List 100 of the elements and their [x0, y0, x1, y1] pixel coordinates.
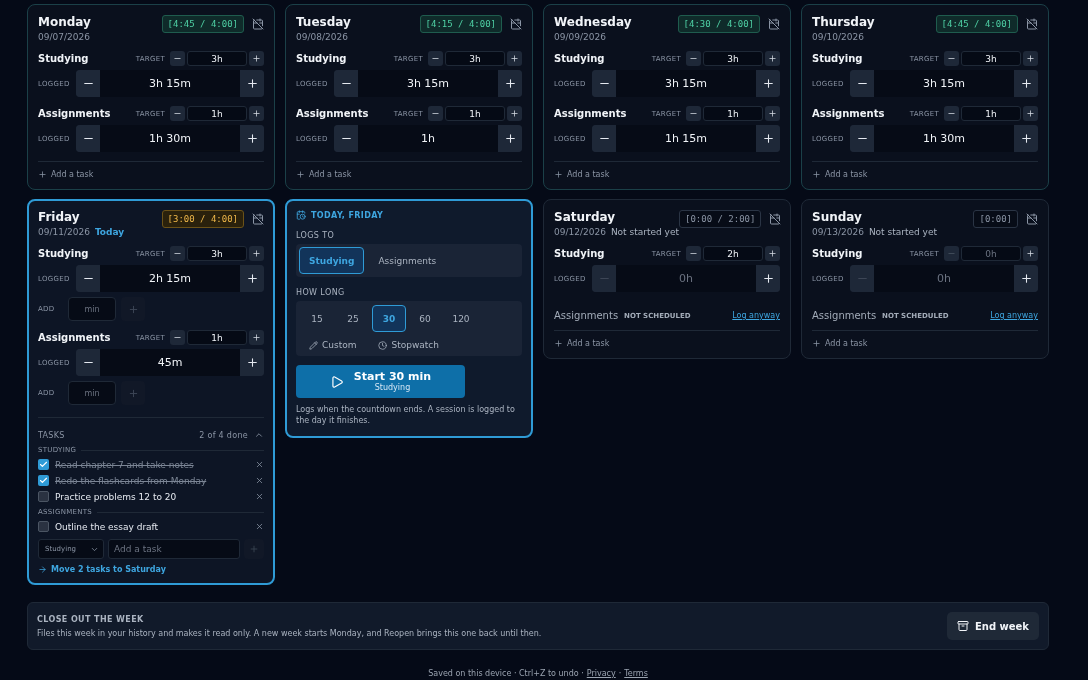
increase-target-button[interactable]: [1023, 51, 1038, 66]
duration-option[interactable]: 15: [300, 305, 334, 332]
plus-icon: [812, 339, 821, 348]
increase-logged-button[interactable]: [240, 265, 264, 292]
day-name: Tuesday: [296, 15, 351, 29]
duration-option[interactable]: 120: [444, 305, 478, 332]
decrease-target-button[interactable]: [170, 51, 185, 66]
increase-logged-button[interactable]: [1014, 265, 1038, 292]
increase-target-button[interactable]: [765, 51, 780, 66]
category-name: Studying: [554, 53, 605, 64]
increase-target-button[interactable]: [249, 330, 264, 345]
decrease-target-button[interactable]: [428, 106, 443, 121]
end-week-button[interactable]: End week: [946, 612, 1039, 640]
target-value: 3h: [187, 51, 247, 66]
remove-task-button[interactable]: [255, 522, 264, 531]
increase-logged-button[interactable]: [1014, 70, 1038, 97]
add-task-button[interactable]: Add a task: [812, 170, 868, 179]
day-off-button[interactable]: [252, 18, 264, 30]
increase-target-button[interactable]: [249, 106, 264, 121]
increase-logged-button[interactable]: [498, 125, 522, 152]
plus-icon: [245, 272, 259, 285]
day-date: 09/13/2026: [812, 227, 864, 237]
day-off-button[interactable]: [510, 18, 522, 30]
move-tasks-link[interactable]: Move 2 tasks to Saturday: [38, 565, 264, 574]
increase-logged-button[interactable]: [756, 125, 780, 152]
day-off-button[interactable]: [1026, 213, 1038, 225]
increase-logged-button[interactable]: [756, 70, 780, 97]
plus-icon: [127, 387, 139, 399]
increase-logged-button[interactable]: [1014, 125, 1038, 152]
increase-logged-button[interactable]: [240, 70, 264, 97]
increase-target-button[interactable]: [249, 51, 264, 66]
duration-option[interactable]: 25: [336, 305, 370, 332]
footer-link[interactable]: Terms: [624, 669, 648, 678]
increase-logged-button[interactable]: [756, 265, 780, 292]
task-checkbox[interactable]: [38, 491, 49, 502]
increase-logged-button[interactable]: [240, 125, 264, 152]
category-tab[interactable]: Studying: [299, 247, 365, 274]
add-task-button[interactable]: Add a task: [38, 170, 94, 179]
plus-icon: [38, 170, 47, 179]
task-checkbox[interactable]: [38, 475, 49, 486]
increase-target-button[interactable]: [1023, 106, 1038, 121]
category-name: Studying: [812, 248, 863, 259]
decrease-target-button[interactable]: [686, 51, 701, 66]
increase-target-button[interactable]: [765, 246, 780, 261]
increase-target-button[interactable]: [765, 106, 780, 121]
day-off-button[interactable]: [252, 213, 264, 225]
tasks-count: 2 of 4 done: [199, 430, 248, 440]
category-tab[interactable]: Assignments: [368, 247, 447, 274]
duration-option[interactable]: 30: [372, 305, 406, 332]
increase-logged-button[interactable]: [498, 70, 522, 97]
add-task-button[interactable]: Add a task: [554, 170, 610, 179]
increase-logged-button[interactable]: [240, 349, 264, 376]
decrease-target-button[interactable]: [944, 51, 959, 66]
day-off-button[interactable]: [769, 213, 782, 225]
increase-target-button[interactable]: [507, 106, 522, 121]
category-name: Studying: [296, 53, 347, 64]
remove-task-button[interactable]: [255, 460, 264, 469]
decrease-target-button[interactable]: [686, 246, 701, 261]
plus-icon: [252, 109, 261, 118]
decrease-target-button[interactable]: [944, 106, 959, 121]
day-date: 09/12/2026: [554, 227, 606, 237]
task-checkbox[interactable]: [38, 459, 49, 470]
total-badge: [0:00 / 2:00]: [678, 210, 762, 228]
category-name: Assignments: [554, 108, 627, 119]
duration-option[interactable]: 60: [408, 305, 442, 332]
increase-target-button[interactable]: [507, 51, 522, 66]
decrease-target-button[interactable]: [686, 106, 701, 121]
day-status: Not started yet: [610, 227, 679, 237]
day-status: Not started yet: [868, 227, 937, 237]
plus-icon: [252, 333, 261, 342]
calendar-off-icon: [1026, 213, 1038, 225]
add-task-button[interactable]: Add a task: [812, 339, 868, 348]
log-anyway-link[interactable]: Log anyway: [990, 311, 1038, 320]
decrease-target-button[interactable]: [170, 330, 185, 345]
day-off-button[interactable]: [1026, 18, 1038, 30]
collapse-toggle[interactable]: [254, 430, 264, 440]
category-name: Assignments: [38, 332, 111, 343]
custom-button[interactable]: Custom: [309, 340, 357, 350]
add-task-button[interactable]: Add a task: [296, 170, 352, 179]
remove-task-button[interactable]: [255, 476, 264, 485]
decrease-target-button[interactable]: [170, 246, 185, 261]
increase-target-button[interactable]: [249, 246, 264, 261]
task-checkbox[interactable]: [38, 521, 49, 532]
plus-icon: [1019, 132, 1033, 145]
how-long-label: HOW LONG: [296, 288, 346, 297]
increase-target-button[interactable]: [1023, 246, 1038, 261]
footer-link[interactable]: Privacy: [586, 669, 616, 678]
close-icon: [255, 460, 264, 469]
plus-icon: [768, 109, 777, 118]
remove-task-button[interactable]: [255, 492, 264, 501]
stopwatch-button[interactable]: Stopwatch: [378, 340, 439, 350]
add-task-button[interactable]: Add a task: [554, 339, 610, 348]
decrease-target-button[interactable]: [170, 106, 185, 121]
plus-icon: [296, 170, 305, 179]
task-field[interactable]: Add a task: [108, 539, 240, 559]
plus-icon: [510, 109, 519, 118]
log-anyway-link[interactable]: Log anyway: [732, 311, 780, 320]
decrease-target-button[interactable]: [428, 51, 443, 66]
start-button[interactable]: Start 30 min Studying: [296, 365, 465, 398]
day-off-button[interactable]: [768, 18, 780, 30]
